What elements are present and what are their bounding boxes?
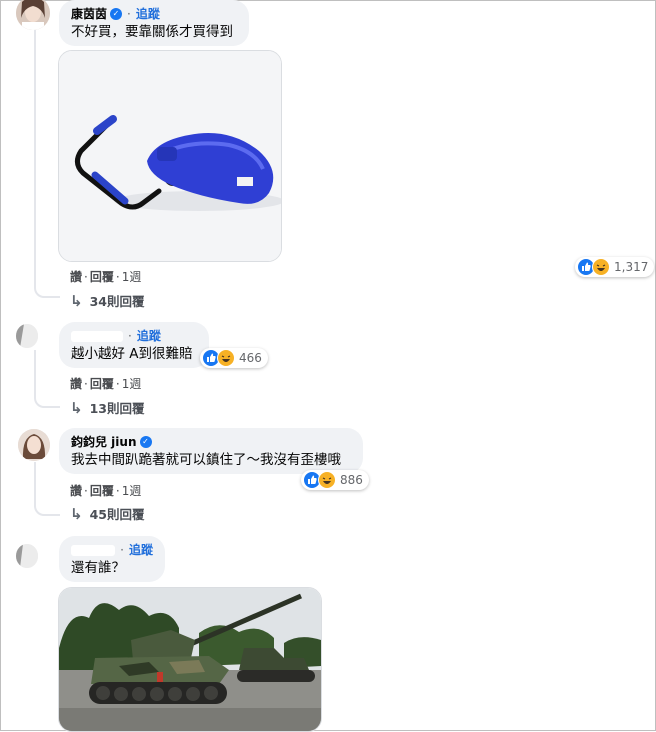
replies-count-label: 45則回覆 bbox=[89, 507, 145, 522]
timestamp[interactable]: 1週 bbox=[122, 377, 142, 391]
timestamp[interactable]: 1週 bbox=[122, 484, 142, 498]
timestamp[interactable]: 1週 bbox=[122, 270, 142, 284]
haha-reaction-icon bbox=[592, 258, 610, 276]
like-action[interactable]: 讚 bbox=[70, 377, 82, 391]
comment-attachment-image[interactable] bbox=[58, 50, 282, 262]
author-name[interactable]: 鈞鈞兒 jiun bbox=[71, 434, 137, 450]
thread-line bbox=[34, 350, 36, 396]
comment-bubble: · 追蹤 越小越好 A到很難賠 bbox=[59, 322, 209, 368]
comment-bubble: · 追蹤 還有誰？ bbox=[59, 536, 165, 582]
reply-arrow-icon: ↳ bbox=[70, 504, 83, 523]
reply-arrow-icon: ↳ bbox=[70, 291, 83, 310]
comment-bubble: 鈞鈞兒 jiun ✓ 我去中間趴跪著就可以鎮住了～我沒有歪樓哦 bbox=[59, 428, 363, 474]
author-name[interactable] bbox=[71, 330, 123, 342]
comment-bubble: 康茵茵 ✓ · 追蹤 不好買，要靠關係才買得到 bbox=[59, 0, 249, 46]
comment-actions: 讚 · 回覆 · 1週 bbox=[70, 484, 142, 498]
author-name[interactable] bbox=[71, 544, 116, 556]
reaction-count: 886 bbox=[340, 473, 363, 487]
comment-text: 越小越好 A到很難賠 bbox=[71, 346, 193, 362]
reaction-summary[interactable]: 1,317 bbox=[575, 257, 655, 277]
comment-text: 我去中間趴跪著就可以鎮住了～我沒有歪樓哦 bbox=[71, 452, 341, 468]
thread-line bbox=[34, 30, 36, 285]
haha-reaction-icon bbox=[318, 471, 336, 489]
like-action[interactable]: 讚 bbox=[70, 484, 82, 498]
verified-badge-icon: ✓ bbox=[110, 8, 123, 20]
view-replies-link[interactable]: ↳ 34則回覆 bbox=[70, 291, 144, 310]
reaction-summary[interactable]: 886 bbox=[301, 470, 369, 490]
follow-link[interactable]: 追蹤 bbox=[129, 542, 153, 558]
author-name[interactable]: 康茵茵 bbox=[71, 6, 107, 22]
avatar-photo-icon bbox=[16, 544, 38, 568]
reaction-count: 1,317 bbox=[614, 260, 649, 274]
follow-link[interactable]: 追蹤 bbox=[137, 328, 161, 344]
view-replies-link[interactable]: ↳ 13則回覆 bbox=[70, 398, 144, 417]
comment-text: 不好買，要靠關係才買得到 bbox=[71, 24, 233, 40]
follow-link[interactable]: 追蹤 bbox=[136, 6, 160, 22]
reaction-summary[interactable]: 466 bbox=[200, 348, 268, 368]
avatar-photo-icon bbox=[18, 429, 50, 461]
avatar[interactable] bbox=[18, 429, 50, 461]
thread-curve bbox=[34, 392, 60, 408]
reply-action[interactable]: 回覆 bbox=[90, 270, 114, 284]
avatar[interactable] bbox=[16, 324, 38, 348]
haha-reaction-icon bbox=[217, 349, 235, 367]
replies-count-label: 34則回覆 bbox=[89, 294, 145, 309]
reply-arrow-icon: ↳ bbox=[70, 398, 83, 417]
flying-turtle-scooter-icon bbox=[59, 51, 281, 261]
replies-count-label: 13則回覆 bbox=[89, 401, 145, 416]
reply-action[interactable]: 回覆 bbox=[90, 377, 114, 391]
comment-actions: 讚 · 回覆 · 1週 bbox=[70, 377, 142, 391]
army-tank-icon bbox=[59, 588, 321, 731]
avatar[interactable] bbox=[16, 544, 38, 568]
reaction-count: 466 bbox=[239, 351, 262, 365]
view-replies-link[interactable]: ↳ 45則回覆 bbox=[70, 504, 144, 523]
comment-actions: 讚 · 回覆 · 1週 bbox=[70, 270, 142, 284]
reply-action[interactable]: 回覆 bbox=[90, 484, 114, 498]
thread-curve bbox=[34, 500, 60, 516]
like-action[interactable]: 讚 bbox=[70, 270, 82, 284]
thread-line bbox=[34, 462, 36, 504]
thread-curve bbox=[34, 282, 60, 298]
comment-text: 還有誰？ bbox=[71, 560, 125, 576]
avatar-photo-icon bbox=[16, 324, 38, 348]
verified-badge-icon: ✓ bbox=[139, 436, 152, 448]
comment-attachment-image[interactable] bbox=[58, 587, 322, 732]
